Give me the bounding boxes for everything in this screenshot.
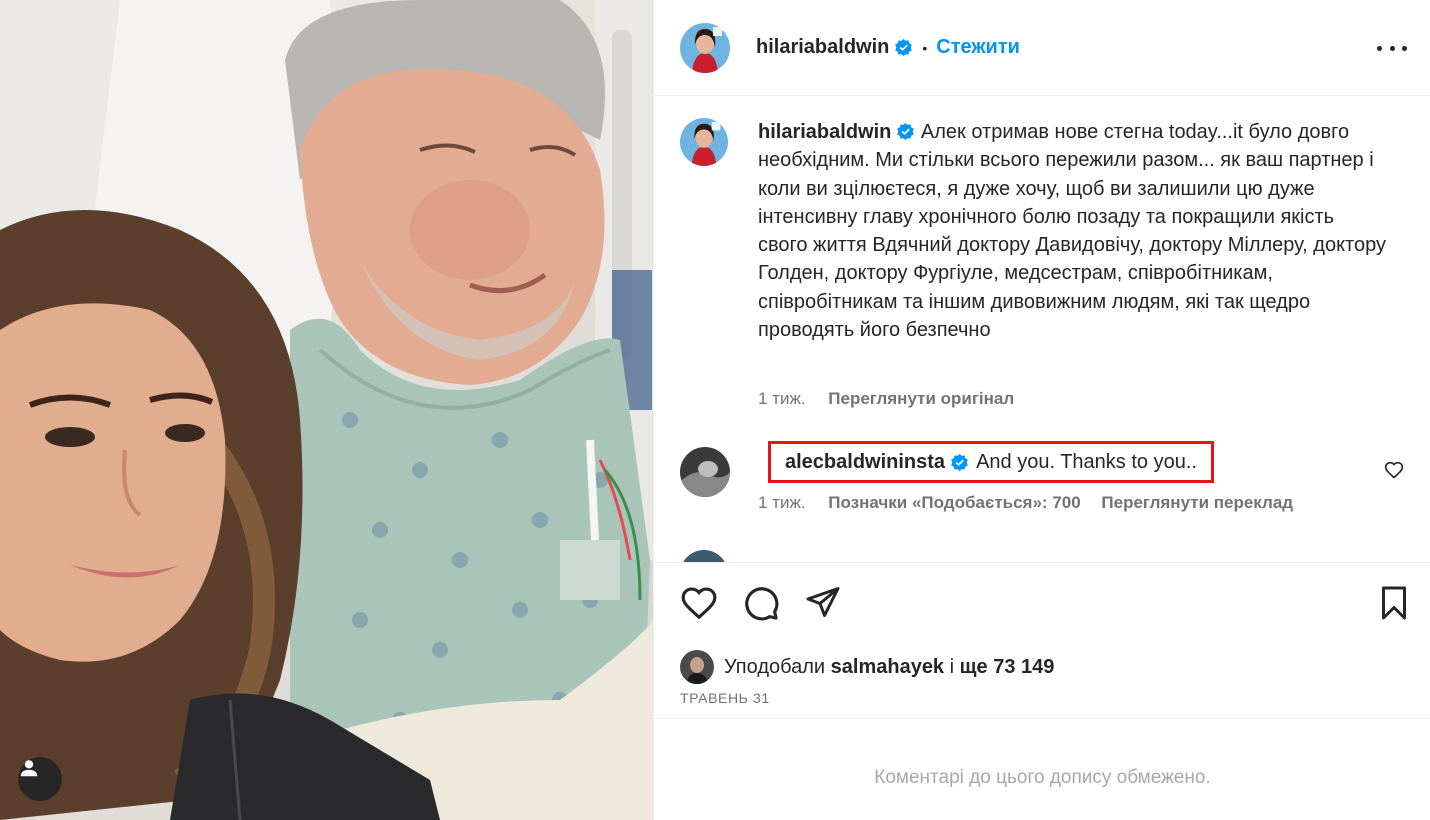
see-translation-link[interactable]: Переглянути переклад — [1101, 493, 1293, 512]
comment-time[interactable]: 1 тиж. — [758, 493, 806, 512]
comments-restricted-notice: Коментарі до цього допису обмежено. — [874, 767, 1211, 788]
likes-summary: Уподобали salmahayek і ще 73 149 — [680, 650, 1054, 684]
follow-button[interactable]: Стежити — [936, 36, 1020, 59]
comment-like-icon[interactable] — [1384, 460, 1404, 480]
more-options-button[interactable] — [1377, 36, 1407, 60]
header-separator: • — [922, 39, 928, 56]
caption-body: hilariabaldwin Алек отримав нове стегна … — [758, 118, 1388, 344]
post-photo[interactable] — [0, 0, 653, 820]
caption-time[interactable]: 1 тиж. — [758, 389, 806, 408]
author-username[interactable]: hilariabaldwin — [756, 36, 889, 59]
next-comment-avatar — [680, 550, 728, 562]
post-header: hilariabaldwin • Стежити — [654, 0, 1430, 96]
caption-meta: 1 тиж. Переглянути оригінал — [758, 389, 1014, 409]
bookmark-icon[interactable] — [1376, 584, 1412, 622]
author-avatar[interactable] — [680, 22, 730, 73]
like-icon[interactable] — [680, 584, 718, 622]
likes-count[interactable]: ще 73 149 — [960, 656, 1055, 679]
comment-icon[interactable] — [742, 584, 780, 622]
share-icon[interactable] — [805, 584, 841, 620]
verified-icon — [897, 122, 915, 141]
see-original-link[interactable]: Переглянути оригінал — [828, 389, 1014, 408]
comment-meta: 1 тиж. Позначки «Подобається»: 700 Перег… — [758, 493, 1293, 513]
verified-icon — [951, 453, 968, 471]
verified-icon — [895, 38, 913, 57]
actions-divider — [654, 562, 1430, 563]
caption-username[interactable]: hilariabaldwin — [758, 121, 891, 143]
post-panel: hilariabaldwin • Стежити hilariabaldwin — [653, 0, 1430, 820]
post-date[interactable]: ТРАВЕНЬ 31 — [680, 690, 770, 706]
comment-text: And you. Thanks to you.. — [976, 450, 1197, 473]
commenter-avatar[interactable] — [680, 447, 730, 497]
user-tag-icon — [20, 760, 38, 777]
caption-author-avatar[interactable] — [680, 118, 728, 166]
comment-highlight-box: alecbaldwininsta And you. Thanks to you.… — [768, 441, 1214, 483]
post-caption: hilariabaldwin Алек отримав нове стегна … — [680, 118, 1420, 344]
likes-prefix: Уподобали — [724, 655, 826, 678]
user-tag-button[interactable] — [18, 757, 62, 801]
restricted-divider — [654, 718, 1430, 719]
more-icon — [1377, 45, 1382, 51]
photo-illustration — [0, 0, 653, 820]
commenter-username[interactable]: alecbaldwininsta — [785, 451, 945, 474]
likes-middle: і — [949, 655, 955, 678]
comment-likes-count[interactable]: Позначки «Подобається»: 700 — [828, 493, 1080, 512]
liker-username[interactable]: salmahayek — [831, 656, 944, 679]
liker-avatar[interactable] — [680, 650, 714, 684]
caption-text: Алек отримав нове стегна today...it було… — [758, 121, 1387, 342]
